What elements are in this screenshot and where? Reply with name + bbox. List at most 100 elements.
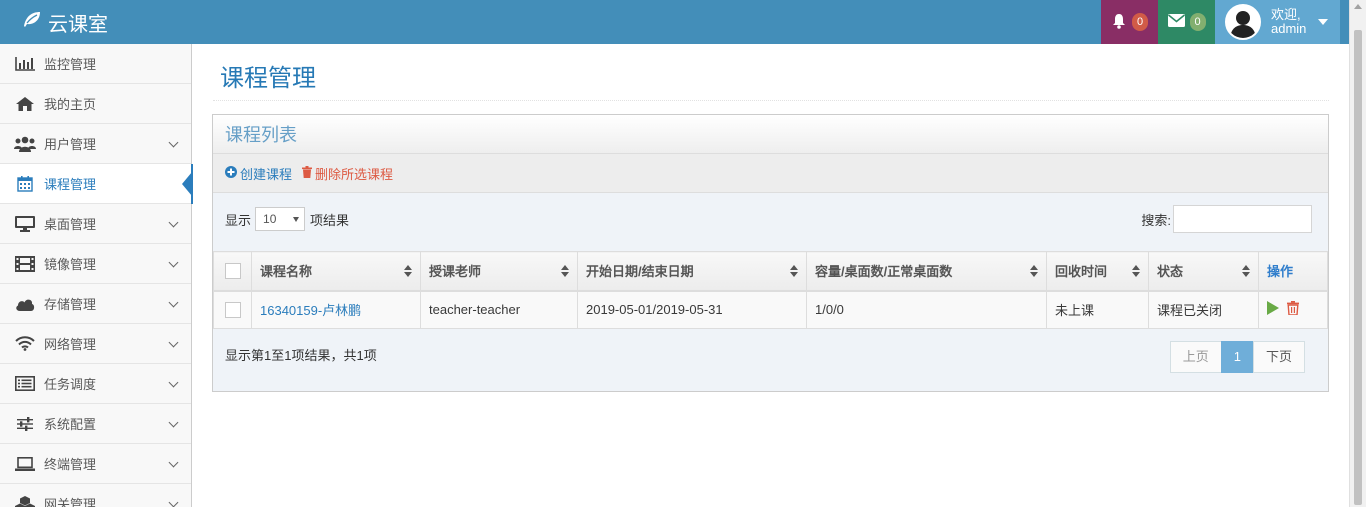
sidebar-item-desktops[interactable]: 桌面管理 xyxy=(0,204,191,244)
search-label: 搜索: xyxy=(1141,212,1171,228)
sidebar-item-label: 任务调度 xyxy=(44,377,97,392)
sidebar-item-label: 存储管理 xyxy=(44,297,97,312)
chevron-down-icon xyxy=(168,417,179,428)
user-menu[interactable]: 欢迎, admin xyxy=(1215,0,1340,44)
user-greeting: 欢迎, admin xyxy=(1271,8,1306,36)
table-controls: 显示 10 项结果 搜索: xyxy=(213,193,1328,251)
course-name-cell: 16340159-卢林鹏 xyxy=(251,290,421,329)
page-length-select[interactable]: 10 xyxy=(255,207,306,231)
title-divider xyxy=(213,100,1329,101)
scroll-up-arrow-icon[interactable] xyxy=(1354,4,1362,9)
caret-down-icon xyxy=(1318,19,1329,25)
chevron-down-icon xyxy=(168,217,179,228)
sidebar-item-label: 用户管理 xyxy=(44,137,97,152)
plus-circle-icon xyxy=(225,165,237,181)
column-header-capacity[interactable]: 容量/桌面数/正常桌面数 xyxy=(806,251,1047,292)
search-input[interactable] xyxy=(1173,205,1312,233)
sort-icon xyxy=(1030,265,1038,277)
sidebar-item-images[interactable]: 镜像管理 xyxy=(0,244,191,284)
chevron-down-icon xyxy=(168,337,179,348)
status-cell: 课程已关闭 xyxy=(1148,290,1259,329)
brand-name: 云课室 xyxy=(48,13,108,36)
widget-header: 课程列表 xyxy=(213,115,1328,154)
desktop-icon xyxy=(14,215,36,233)
column-header-teacher[interactable]: 授课老师 xyxy=(420,251,578,292)
sidebar-item-label: 镜像管理 xyxy=(44,257,97,272)
pagination: 上页 1 下页 xyxy=(1169,341,1305,373)
recycle-cell: 未上课 xyxy=(1046,290,1149,329)
sidebar-item-label: 监控管理 xyxy=(44,57,97,72)
messages-badge: 0 xyxy=(1189,13,1206,31)
calendar-icon xyxy=(14,175,36,193)
sidebar-item-tasks[interactable]: 任务调度 xyxy=(0,364,191,404)
course-table: 课程名称 授课老师 开始日期/结束日期 容量/桌面数/正常桌面数 回收时间 状态… xyxy=(213,251,1328,329)
sort-icon xyxy=(790,265,798,277)
create-course-button[interactable]: 创建课程 xyxy=(225,164,292,183)
top-navbar: 云课室 0 0 欢迎, admin xyxy=(0,0,1366,44)
course-name-link[interactable]: 16340159-卢林鹏 xyxy=(260,303,361,318)
play-icon[interactable] xyxy=(1267,301,1279,318)
sidebar-item-storage[interactable]: 存储管理 xyxy=(0,284,191,324)
search-control: 搜索: xyxy=(1141,205,1312,233)
cloud-icon xyxy=(14,295,36,313)
brand[interactable]: 云课室 xyxy=(22,0,108,44)
pagination-info: 显示第1至1项结果，共1项 xyxy=(225,348,377,363)
sidebar-item-home[interactable]: 我的主页 xyxy=(0,84,191,124)
scrollbar-thumb[interactable] xyxy=(1354,30,1362,505)
column-header-dates[interactable]: 开始日期/结束日期 xyxy=(577,251,807,292)
sidebar-item-users[interactable]: 用户管理 xyxy=(0,124,191,164)
sort-icon xyxy=(1242,265,1250,277)
vertical-scrollbar[interactable] xyxy=(1349,0,1366,507)
notifications-button[interactable]: 0 xyxy=(1101,0,1158,44)
course-list-widget: 课程列表 创建课程 删除所选课程 显示 10 项结果 搜索: 课程名称 授课老师 xyxy=(212,114,1329,392)
column-header-status[interactable]: 状态 xyxy=(1148,251,1259,292)
cubes-icon xyxy=(14,495,36,507)
column-header-actions: 操作 xyxy=(1258,251,1328,292)
sidebar-item-courses[interactable]: 课程管理 xyxy=(0,164,193,204)
row-checkbox[interactable] xyxy=(224,301,241,318)
chevron-down-icon xyxy=(168,137,179,148)
sidebar-item-label: 课程管理 xyxy=(44,177,97,192)
results-label: 项结果 xyxy=(310,212,350,228)
column-header-name[interactable]: 课程名称 xyxy=(251,251,421,292)
show-label: 显示 xyxy=(225,212,252,228)
sidebar-item-label: 我的主页 xyxy=(44,97,97,112)
wifi-icon xyxy=(14,335,36,353)
sidebar-item-label: 桌面管理 xyxy=(44,217,97,232)
widget-toolbar: 创建课程 删除所选课程 xyxy=(213,154,1328,193)
current-page-button[interactable]: 1 xyxy=(1220,341,1254,373)
table-header-row: 课程名称 授课老师 开始日期/结束日期 容量/桌面数/正常桌面数 回收时间 状态… xyxy=(213,251,1328,292)
sidebar-item-label: 网络管理 xyxy=(44,337,97,352)
envelope-icon xyxy=(1167,14,1185,30)
prev-page-button[interactable]: 上页 xyxy=(1169,341,1222,373)
messages-button[interactable]: 0 xyxy=(1158,0,1215,44)
column-header-recycle[interactable]: 回收时间 xyxy=(1046,251,1149,292)
sidebar-item-label: 终端管理 xyxy=(44,457,97,472)
select-all-checkbox[interactable] xyxy=(224,262,241,279)
sidebar: 监控管理 我的主页 用户管理 课程管理 桌面管理 镜像管理 存储管理 网络管理 … xyxy=(0,44,193,507)
sort-icon xyxy=(1132,265,1140,277)
capacity-cell: 1/0/0 xyxy=(806,290,1047,329)
table-row: 16340159-卢林鹏 teacher-teacher 2019-05-01/… xyxy=(213,290,1328,329)
chevron-down-icon xyxy=(168,497,179,507)
chevron-down-icon xyxy=(168,457,179,468)
sidebar-item-label: 系统配置 xyxy=(44,417,97,432)
sidebar-item-terminals[interactable]: 终端管理 xyxy=(0,444,191,484)
trash-icon[interactable] xyxy=(1286,301,1299,318)
teacher-cell: teacher-teacher xyxy=(420,290,578,329)
sidebar-item-network[interactable]: 网络管理 xyxy=(0,324,191,364)
sidebar-item-settings[interactable]: 系统配置 xyxy=(0,404,191,444)
delete-selected-label: 删除所选课程 xyxy=(315,166,394,182)
sort-icon xyxy=(404,265,412,277)
sort-icon xyxy=(561,265,569,277)
sliders-icon xyxy=(14,415,36,433)
chevron-down-icon xyxy=(168,377,179,388)
users-icon xyxy=(14,135,36,153)
create-course-label: 创建课程 xyxy=(240,166,293,182)
select-all-header xyxy=(213,251,252,292)
sidebar-item-monitor[interactable]: 监控管理 xyxy=(0,44,191,84)
delete-selected-button[interactable]: 删除所选课程 xyxy=(302,164,393,183)
sidebar-item-gateways[interactable]: 网关管理 xyxy=(0,484,191,507)
notifications-badge: 0 xyxy=(1132,13,1148,31)
next-page-button[interactable]: 下页 xyxy=(1252,341,1305,373)
